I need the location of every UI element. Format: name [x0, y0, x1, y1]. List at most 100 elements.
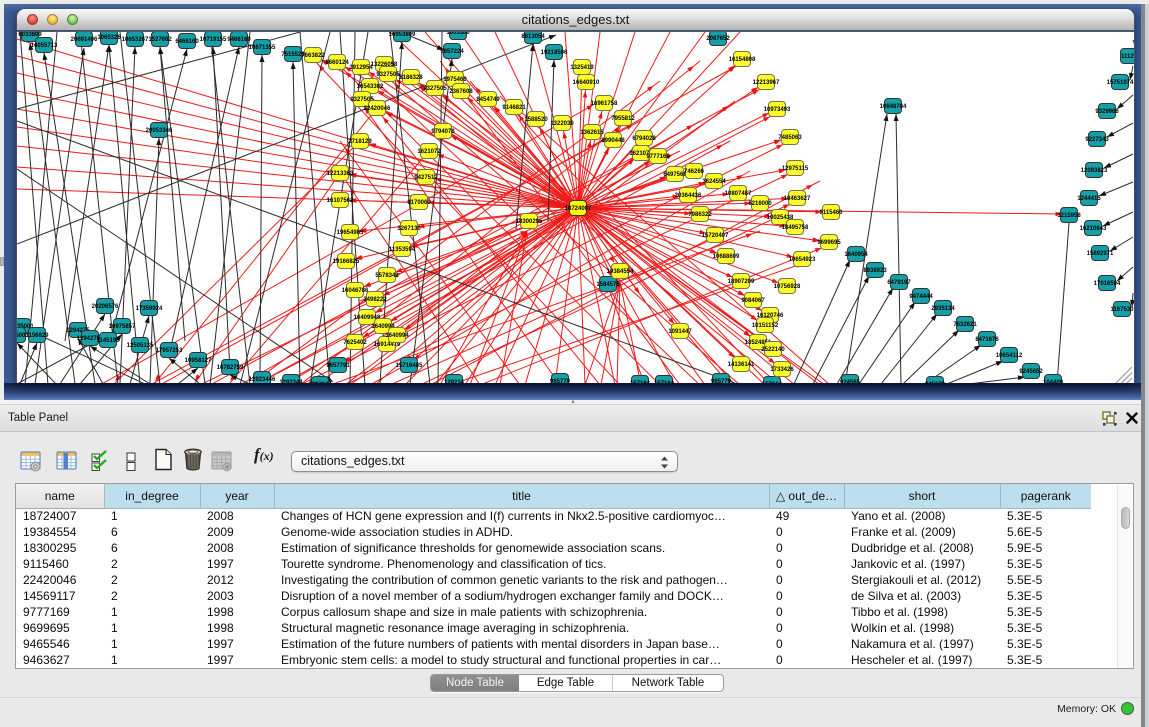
svg-text:3215958: 3215958	[1057, 213, 1081, 219]
svg-text:16640910: 16640910	[573, 80, 600, 86]
svg-text:7625402: 7625402	[343, 340, 367, 346]
svg-text:6479197: 6479197	[887, 280, 911, 286]
svg-text:1640954: 1640954	[844, 252, 868, 258]
svg-text:16154808: 16154808	[729, 57, 756, 63]
svg-text:1292344: 1292344	[308, 382, 332, 383]
svg-text:9327505: 9327505	[423, 86, 447, 92]
svg-text:2522140: 2522140	[761, 347, 785, 353]
svg-text:9329966: 9329966	[1095, 109, 1119, 115]
svg-text:1527602: 1527602	[148, 37, 172, 43]
svg-text:15692971: 15692971	[1087, 251, 1114, 257]
svg-text:16053809: 16053809	[389, 32, 416, 38]
svg-text:746266: 746266	[684, 169, 705, 175]
svg-text:20364436: 20364436	[675, 193, 702, 199]
svg-text:9466160: 9466160	[227, 37, 251, 43]
svg-text:7986322: 7986322	[688, 212, 712, 218]
svg-text:12213967: 12213967	[753, 80, 780, 86]
svg-text:19384554: 19384554	[607, 269, 634, 275]
svg-text:17359924: 17359924	[136, 306, 163, 312]
svg-text:8813054: 8813054	[521, 34, 545, 40]
svg-text:12505135: 12505135	[127, 343, 154, 349]
svg-text:19654923: 19654923	[789, 257, 816, 263]
svg-text:9327505: 9327505	[376, 72, 400, 78]
svg-text:1156829: 1156829	[25, 333, 49, 339]
svg-text:7955812: 7955812	[611, 116, 635, 122]
svg-text:7663822: 7663822	[301, 53, 325, 59]
svg-text:1588520: 1588520	[524, 117, 548, 123]
svg-text:18300295: 18300295	[516, 219, 543, 225]
svg-text:16782759: 16782759	[217, 365, 244, 371]
svg-text:12923446: 12923446	[249, 377, 276, 383]
svg-text:10653267: 10653267	[122, 37, 149, 43]
svg-text:10648784: 10648784	[880, 104, 907, 110]
svg-text:8660124: 8660124	[325, 60, 349, 66]
svg-text:9794078: 9794078	[431, 129, 455, 135]
svg-text:104409: 104409	[1043, 380, 1064, 383]
svg-text:10958127: 10958127	[185, 358, 212, 364]
svg-text:12213363: 12213363	[327, 171, 354, 177]
svg-text:965779: 965779	[711, 379, 732, 383]
svg-text:3267130: 3267130	[397, 226, 421, 232]
svg-text:18907209: 18907209	[728, 279, 755, 285]
svg-text:2087652: 2087652	[706, 36, 730, 42]
svg-text:1362615: 1362615	[580, 130, 604, 136]
svg-text:1605380: 1605380	[446, 32, 470, 36]
svg-text:1065326: 1065326	[97, 35, 121, 41]
svg-text:9427512: 9427512	[414, 175, 438, 181]
svg-text:1975460: 1975460	[443, 77, 467, 83]
svg-text:14055713: 14055713	[31, 43, 58, 49]
svg-text:7632621: 7632621	[953, 322, 977, 328]
svg-text:12975115: 12975115	[782, 166, 809, 172]
svg-text:8938923: 8938923	[863, 268, 887, 274]
svg-text:19218506: 19218506	[541, 50, 568, 56]
svg-text:10973493: 10973493	[764, 107, 791, 113]
svg-text:9777169: 9777169	[646, 154, 670, 160]
svg-text:10975857: 10975857	[109, 324, 136, 330]
svg-text:1167530: 1167530	[1110, 307, 1134, 313]
svg-text:10671355: 10671355	[249, 45, 276, 51]
svg-text:10688609: 10688609	[713, 254, 740, 260]
svg-text:6216000: 6216000	[748, 201, 772, 207]
svg-text:1322030: 1322030	[550, 121, 574, 127]
svg-text:11120: 11120	[1121, 54, 1134, 60]
svg-text:9699695: 9699695	[817, 240, 841, 246]
svg-text:1091447: 1091447	[668, 329, 692, 335]
svg-text:1733426: 1733426	[770, 367, 794, 373]
svg-text:17957253: 17957253	[156, 348, 183, 354]
svg-text:9657791: 9657791	[326, 363, 350, 369]
svg-text:14136141: 14136141	[728, 362, 755, 368]
svg-text:9146821: 9146821	[502, 105, 526, 111]
svg-text:16046786: 16046786	[342, 288, 369, 294]
svg-text:8454749: 8454749	[476, 97, 500, 103]
svg-text:129234: 129234	[444, 380, 465, 383]
svg-text:11353594: 11353594	[389, 247, 416, 253]
svg-text:9245652: 9245652	[1019, 369, 1043, 375]
svg-text:16210643: 16210643	[1080, 226, 1107, 232]
svg-text:10654112: 10654112	[996, 353, 1023, 359]
svg-text:6466160: 6466160	[175, 39, 199, 45]
svg-text:1292344: 1292344	[279, 380, 303, 383]
svg-text:12093823: 12093823	[1081, 168, 1108, 174]
svg-text:15716485: 15716485	[396, 363, 423, 369]
svg-text:16543362: 16543362	[357, 84, 384, 90]
svg-text:22420046: 22420046	[364, 106, 391, 112]
svg-text:157164: 157164	[654, 381, 675, 383]
svg-text:1584575: 1584575	[596, 282, 620, 288]
svg-text:157164: 157164	[762, 382, 783, 383]
svg-text:157164: 157164	[630, 381, 651, 383]
svg-text:9084067: 9084067	[741, 298, 765, 304]
svg-text:10151152: 10151152	[752, 323, 779, 329]
svg-text:18724007: 18724007	[565, 206, 592, 212]
svg-text:965779: 965779	[550, 379, 571, 383]
svg-text:17016504: 17016504	[1094, 281, 1121, 287]
svg-text:10719155: 10719155	[200, 37, 227, 43]
svg-text:18463627: 18463627	[784, 196, 811, 202]
svg-text:1244415: 1244415	[1077, 196, 1101, 202]
svg-text:20691406: 20691406	[71, 37, 98, 43]
svg-text:9115460: 9115460	[819, 210, 843, 216]
svg-text:9227343: 9227343	[1085, 137, 1109, 143]
svg-text:2718129: 2718129	[348, 139, 372, 145]
svg-text:7857224: 7857224	[440, 49, 464, 55]
svg-text:15751074: 15751074	[1107, 80, 1134, 86]
svg-text:19166825: 19166825	[333, 259, 360, 265]
